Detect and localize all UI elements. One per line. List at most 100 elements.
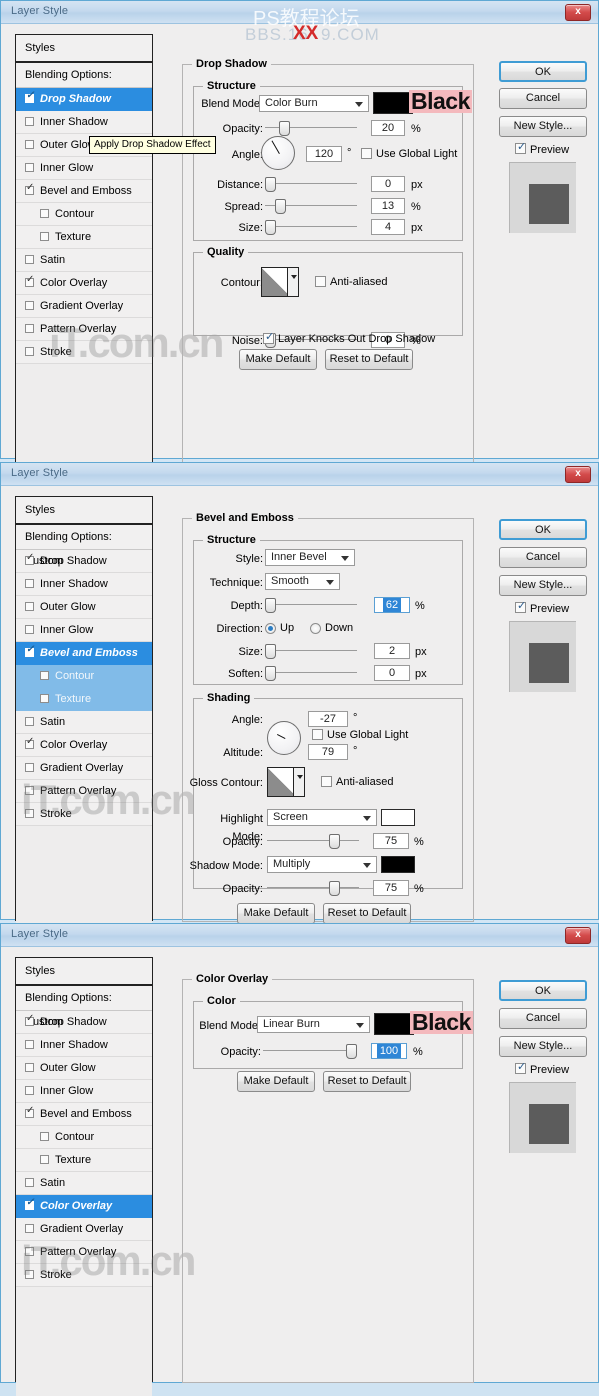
spread-slider[interactable]	[265, 198, 357, 214]
soften-input[interactable]: 0	[374, 665, 410, 681]
sidebar-item-bevel-and-emboss[interactable]: Bevel and Emboss	[16, 1103, 152, 1126]
anti-aliased-checkbox[interactable]	[315, 276, 326, 287]
slider-knob[interactable]	[279, 121, 290, 136]
checkbox-stroke[interactable]	[25, 1270, 34, 1279]
blending-options-item[interactable]: Blending Options: Custom	[16, 986, 152, 1028]
depth-slider[interactable]	[265, 597, 357, 613]
sidebar-item-inner-glow[interactable]: Inner Glow	[16, 157, 152, 180]
sidebar-item-texture[interactable]: Texture	[16, 1149, 152, 1172]
sidebar-item-pattern-overlay[interactable]: Pattern Overlay	[16, 780, 152, 803]
checkbox-color-overlay[interactable]	[25, 1197, 34, 1210]
sidebar-item-outer-glow[interactable]: Outer Glow	[16, 1057, 152, 1080]
slider-knob[interactable]	[265, 177, 276, 192]
use-global-light-checkbox[interactable]	[312, 729, 323, 740]
sidebar-item-bevel-and-emboss[interactable]: Bevel and Emboss	[16, 180, 152, 203]
sidebar-item-stroke[interactable]: Stroke	[16, 341, 152, 364]
sidebar-item-inner-shadow[interactable]: Inner Shadow	[16, 111, 152, 134]
ok-button[interactable]: OK	[499, 61, 587, 82]
slider-knob[interactable]	[329, 834, 340, 849]
checkbox-inner-glow[interactable]	[25, 163, 34, 172]
sidebar-item-satin[interactable]: Satin	[16, 711, 152, 734]
styles-list[interactable]: Styles Blending Options: Custom Drop Sha…	[15, 496, 153, 935]
highlight-mode-select[interactable]: Screen	[267, 809, 377, 826]
checkbox-drop-shadow[interactable]	[25, 552, 34, 565]
checkbox-bevel-and-emboss[interactable]	[25, 644, 34, 657]
anti-aliased-checkbox[interactable]	[321, 776, 332, 787]
angle-dial[interactable]	[267, 721, 301, 755]
checkbox-inner-shadow[interactable]	[25, 579, 34, 588]
highlight-color-swatch[interactable]	[381, 809, 415, 826]
sidebar-item-contour[interactable]: Contour	[16, 203, 152, 226]
checkbox-inner-glow[interactable]	[25, 1086, 34, 1095]
checkbox-inner-shadow[interactable]	[25, 1040, 34, 1049]
slider-knob[interactable]	[346, 1044, 357, 1059]
checkbox-contour[interactable]	[40, 671, 49, 680]
sidebar-item-gradient-overlay[interactable]: Gradient Overlay	[16, 295, 152, 318]
slider-knob[interactable]	[265, 220, 276, 235]
slider-knob[interactable]	[265, 644, 276, 659]
highlight-opacity-input[interactable]: 75	[373, 833, 409, 849]
checkbox-inner-glow[interactable]	[25, 625, 34, 634]
distance-slider[interactable]	[265, 176, 357, 192]
sidebar-item-color-overlay[interactable]: Color Overlay	[16, 1195, 152, 1218]
sidebar-item-inner-glow[interactable]: Inner Glow	[16, 619, 152, 642]
sidebar-item-texture[interactable]: Texture	[16, 688, 152, 711]
size-input[interactable]: 2	[374, 643, 410, 659]
sidebar-item-texture[interactable]: Texture	[16, 226, 152, 249]
size-slider[interactable]	[265, 219, 357, 235]
checkbox-gradient-overlay[interactable]	[25, 301, 34, 310]
style-select[interactable]: Inner Bevel	[265, 549, 355, 566]
sidebar-item-outer-glow[interactable]: Outer Glow	[16, 596, 152, 619]
make-default-button[interactable]: Make Default	[239, 349, 317, 370]
sidebar-item-stroke[interactable]: Stroke	[16, 803, 152, 826]
sidebar-item-gradient-overlay[interactable]: Gradient Overlay	[16, 757, 152, 780]
ok-button[interactable]: OK	[499, 519, 587, 540]
slider-knob[interactable]	[265, 598, 276, 613]
slider-knob[interactable]	[275, 199, 286, 214]
checkbox-texture[interactable]	[40, 1155, 49, 1164]
checkbox-texture[interactable]	[40, 694, 49, 703]
checkbox-contour[interactable]	[40, 1132, 49, 1141]
sidebar-item-satin[interactable]: Satin	[16, 249, 152, 272]
angle-dial[interactable]	[261, 136, 295, 170]
sidebar-item-drop-shadow[interactable]: Drop Shadow	[16, 1011, 152, 1034]
checkbox-drop-shadow[interactable]	[25, 1013, 34, 1026]
checkbox-drop-shadow[interactable]	[25, 90, 34, 103]
checkbox-satin[interactable]	[25, 717, 34, 726]
sidebar-item-drop-shadow[interactable]: Drop Shadow	[16, 550, 152, 573]
sidebar-item-drop-shadow[interactable]: Drop Shadow	[16, 88, 152, 111]
checkbox-texture[interactable]	[40, 232, 49, 241]
depth-input[interactable]: 62	[374, 597, 410, 613]
spread-input[interactable]: 13	[371, 198, 405, 214]
sidebar-item-bevel-and-emboss[interactable]: Bevel and Emboss	[16, 642, 152, 665]
shadow-opacity-input[interactable]: 75	[373, 880, 409, 896]
direction-down-radio[interactable]	[310, 623, 321, 634]
blend-mode-select[interactable]: Color Burn	[259, 95, 369, 112]
preview-checkbox[interactable]	[515, 1060, 526, 1074]
reset-to-default-button[interactable]: Reset to Default	[323, 1071, 411, 1092]
reset-to-default-button[interactable]: Reset to Default	[325, 349, 413, 370]
slider-knob[interactable]	[265, 666, 276, 681]
opacity-slider[interactable]	[265, 120, 357, 136]
use-global-light-checkbox[interactable]	[361, 148, 372, 159]
opacity-input[interactable]: 100	[371, 1043, 407, 1059]
opacity-input[interactable]: 20	[371, 120, 405, 136]
sidebar-item-color-overlay[interactable]: Color Overlay	[16, 734, 152, 757]
overlay-color-swatch[interactable]	[374, 1013, 414, 1035]
checkbox-stroke[interactable]	[25, 347, 34, 356]
checkbox-pattern-overlay[interactable]	[25, 324, 34, 333]
sidebar-item-pattern-overlay[interactable]: Pattern Overlay	[16, 318, 152, 341]
shadow-color-swatch[interactable]	[381, 856, 415, 873]
checkbox-satin[interactable]	[25, 1178, 34, 1187]
styles-list[interactable]: Styles Blending Options: Custom Drop Sha…	[15, 34, 153, 482]
checkbox-pattern-overlay[interactable]	[25, 1247, 34, 1256]
sidebar-item-satin[interactable]: Satin	[16, 1172, 152, 1195]
checkbox-pattern-overlay[interactable]	[25, 786, 34, 795]
gloss-contour-dropdown[interactable]	[293, 767, 305, 797]
slider-knob[interactable]	[329, 881, 340, 896]
preview-checkbox[interactable]	[515, 599, 526, 613]
checkbox-outer-glow[interactable]	[25, 1063, 34, 1072]
make-default-button[interactable]: Make Default	[237, 903, 315, 924]
blend-mode-select[interactable]: Linear Burn	[257, 1016, 370, 1033]
checkbox-color-overlay[interactable]	[25, 736, 34, 749]
